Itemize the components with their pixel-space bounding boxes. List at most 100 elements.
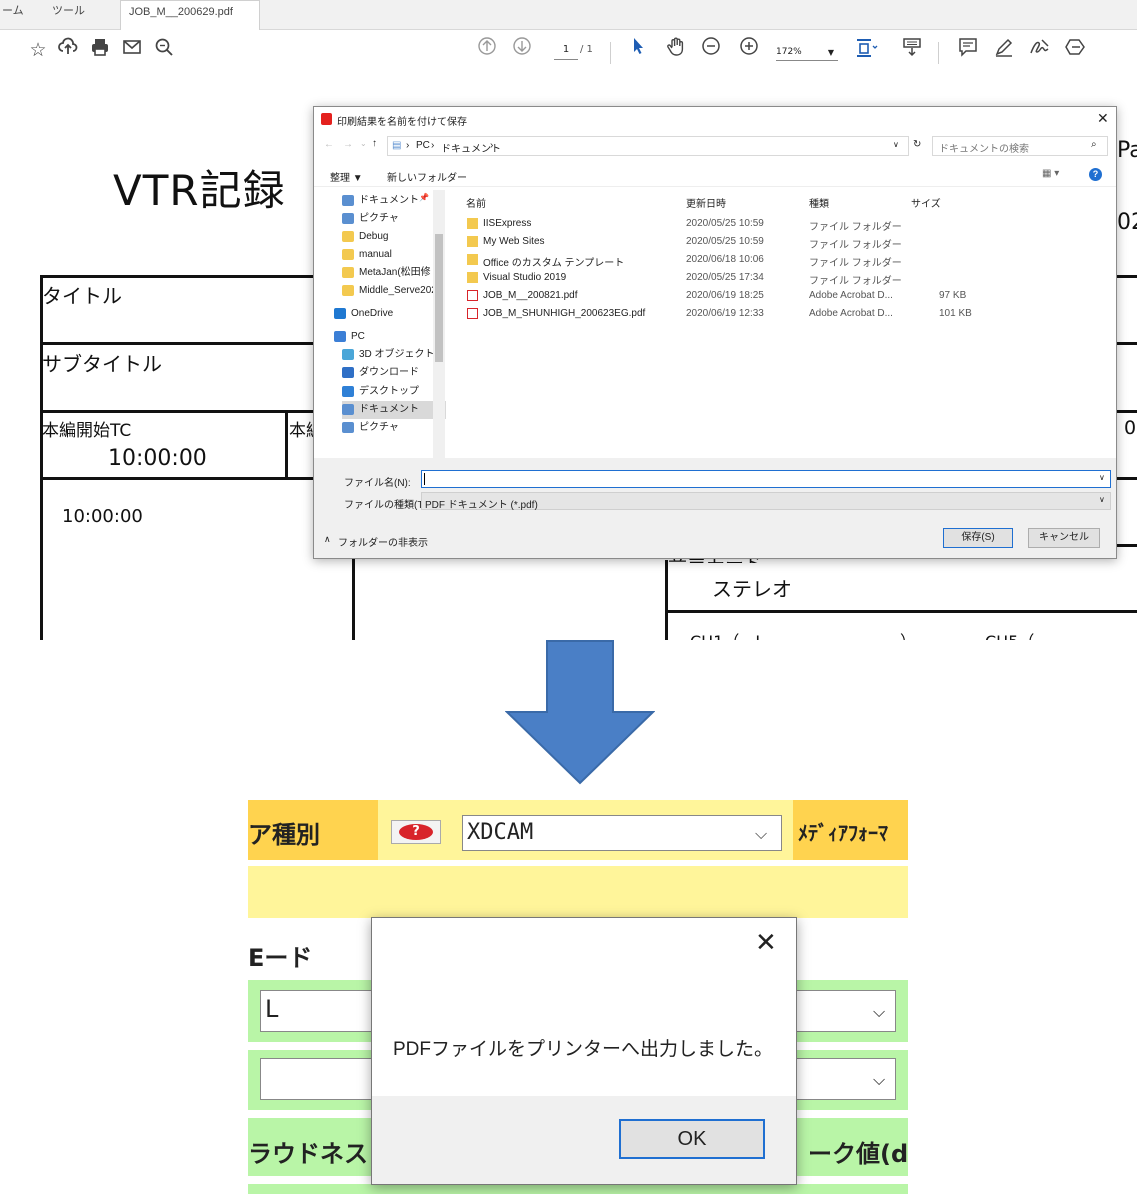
chevron-down-icon[interactable]: ⌄	[360, 139, 367, 148]
comment-icon[interactable]	[954, 36, 982, 64]
chevron-down-icon: ⌵	[873, 1002, 886, 1021]
hide-folders-link[interactable]: フォルダーの非表示	[338, 534, 428, 549]
chevron-down-icon: ▼	[827, 48, 834, 57]
file-row[interactable]: IISExpress 2020/05/25 10:59 ファイル フォルダー	[454, 215, 974, 233]
chevron-down-icon[interactable]: ∨	[893, 140, 899, 149]
column-date[interactable]: 更新日時	[686, 195, 726, 210]
search-zoom-icon[interactable]	[150, 36, 178, 64]
page-number-input[interactable]: 1	[554, 44, 578, 60]
view-options-icon[interactable]: ▦ ▾	[1042, 168, 1059, 179]
upload-cloud-icon[interactable]	[54, 36, 82, 64]
file-row[interactable]: My Web Sites 2020/05/25 10:59 ファイル フォルダー	[454, 233, 974, 251]
table-line	[665, 610, 1137, 613]
column-type[interactable]: 種類	[809, 195, 829, 210]
message-dialog: ✕ PDFファイルをプリンターへ出力しました。 OK	[371, 917, 797, 1185]
up-arrow-icon[interactable]: ↑	[372, 138, 377, 149]
page-total: / 1	[580, 44, 593, 55]
table-line	[1117, 544, 1137, 547]
table-line	[40, 477, 315, 480]
forward-arrow-icon[interactable]: →	[343, 139, 353, 150]
file-row[interactable]: Office のカスタム テンプレート 2020/06/18 10:06 ファイル …	[454, 251, 974, 269]
back-arrow-icon[interactable]: ←	[324, 139, 334, 150]
tab-document[interactable]: JOB_M__200629.pdf ×	[120, 0, 260, 40]
zoom-select[interactable]: 172% ▼	[776, 44, 838, 61]
breadcrumb[interactable]: ▤ › PC › ドキュメント › ∨	[387, 136, 909, 156]
file-row[interactable]: Visual Studio 2019 2020/05/25 17:34 ファイル フ…	[454, 269, 974, 287]
toolbar-separator	[610, 42, 611, 64]
print-icon[interactable]	[86, 36, 114, 64]
onedrive-icon	[334, 308, 346, 319]
close-icon[interactable]: ✕	[755, 928, 777, 958]
sign-icon[interactable]	[1026, 36, 1054, 64]
chevron-down-icon[interactable]: ∨	[1099, 473, 1105, 482]
table-line	[40, 342, 315, 345]
zoom-out-icon[interactable]	[697, 36, 725, 64]
highlight-pen-icon[interactable]	[990, 36, 1018, 64]
peak-label: ーク値(dB	[808, 1140, 908, 1168]
column-name[interactable]: 名前	[466, 195, 486, 210]
cancel-button[interactable]: キャンセル	[1028, 528, 1100, 548]
sidebar-scrollbar[interactable]	[433, 190, 445, 458]
file-name: IISExpress	[483, 218, 532, 229]
3d-objects-icon	[342, 349, 354, 360]
file-date: 2020/06/19 12:33	[686, 308, 764, 319]
pc-icon	[334, 331, 346, 342]
breadcrumb-pc[interactable]: PC	[416, 140, 430, 151]
fill-sign-icon[interactable]	[1062, 36, 1090, 64]
tab-tools[interactable]: ツール	[52, 0, 85, 30]
folder-icon	[342, 285, 354, 296]
email-icon[interactable]	[118, 36, 146, 64]
sidebar-item-label: MetaJan(松田修	[359, 267, 431, 278]
viewer-toolbar: ☆ 1 / 1 172% ▼	[0, 30, 1137, 74]
sidebar-item-label: ドキュメント	[359, 404, 419, 415]
file-date: 2020/05/25 17:34	[686, 272, 764, 283]
hand-tool-icon[interactable]	[662, 36, 690, 64]
organize-button[interactable]: 整理 ▼	[330, 169, 363, 184]
message-text: PDFファイルをプリンターへ出力しました。	[393, 1039, 774, 1060]
fit-page-icon[interactable]	[852, 36, 880, 64]
pdf-app-icon	[321, 113, 332, 125]
folder-icon	[342, 267, 354, 278]
pdf-file-icon	[467, 308, 478, 319]
media-type-select[interactable]: XDCAM ⌵	[462, 815, 782, 851]
ok-button[interactable]: OK	[619, 1119, 765, 1159]
table-line	[1117, 342, 1137, 345]
filename-input[interactable]: ∨	[421, 470, 1111, 488]
tab-home[interactable]: ーム	[2, 0, 24, 30]
file-date: 2020/06/19 18:25	[686, 290, 764, 301]
tab-bar: ーム ツール JOB_M__200629.pdf ×	[0, 0, 1137, 40]
sidebar-item[interactable]: ドキュメント	[342, 401, 446, 419]
page-up-icon[interactable]	[473, 36, 501, 64]
file-row[interactable]: JOB_M_SHUNHIGH_200623EG.pdf 2020/06/19 12…	[454, 305, 974, 323]
tc-row-value: 10:00:00	[62, 506, 143, 527]
save-button[interactable]: 保存(S)	[943, 528, 1013, 548]
select-cursor-icon[interactable]	[624, 36, 652, 64]
table-line	[40, 410, 315, 413]
refresh-icon[interactable]: ↻	[913, 139, 921, 150]
new-folder-button[interactable]: 新しいフォルダー	[387, 169, 467, 184]
close-icon[interactable]: ✕	[1097, 110, 1109, 127]
zoom-in-icon[interactable]	[735, 36, 763, 64]
file-type: ファイル フォルダー	[809, 258, 902, 269]
media-type-value: XDCAM	[467, 820, 534, 845]
page-down-icon[interactable]	[508, 36, 536, 64]
scrollbar-thumb[interactable]	[435, 234, 443, 362]
folder-icon	[467, 254, 478, 265]
breadcrumb-sep: ›	[406, 140, 410, 151]
chevron-up-icon[interactable]: ∧	[324, 534, 331, 545]
help-icon[interactable]: ?	[1089, 168, 1102, 181]
zoom-value: 172%	[776, 47, 802, 57]
search-input[interactable]: ドキュメントの検索 ⌕	[932, 136, 1108, 156]
help-button[interactable]: ?	[391, 820, 441, 844]
tab-document-label: JOB_M__200629.pdf	[129, 6, 233, 18]
pdf-file-icon	[467, 290, 478, 301]
file-row[interactable]: JOB_M__200821.pdf 2020/06/19 18:25 Adobe A…	[454, 287, 974, 305]
filetype-select[interactable]: PDF ドキュメント (*.pdf) ∨	[421, 492, 1111, 511]
sidebar-item-label: デスクトップ	[359, 386, 419, 397]
table-line	[665, 560, 668, 640]
scroll-mode-icon[interactable]	[898, 36, 926, 64]
media-format-label: ﾒﾃﾞｨｱﾌｫｰﾏ	[798, 821, 888, 845]
star-icon[interactable]: ☆	[24, 36, 52, 64]
pictures-folder-icon	[342, 422, 354, 433]
column-size[interactable]: サイズ	[911, 195, 941, 210]
